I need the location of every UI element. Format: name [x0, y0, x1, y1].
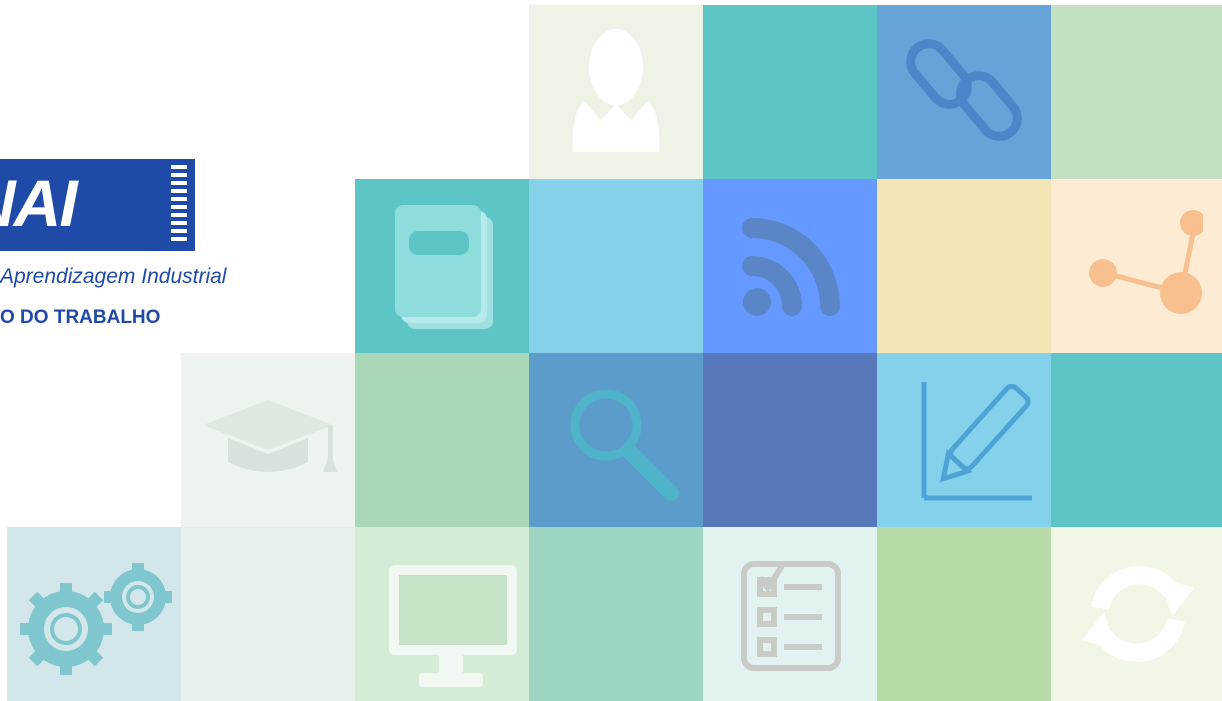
pale-tile — [181, 527, 355, 701]
logo-subtitle: O DO TRABALHO — [0, 307, 161, 328]
chain-link-icon — [906, 39, 1022, 141]
logo-stripes — [171, 165, 187, 245]
pencil-chart-icon — [921, 382, 1032, 501]
link-icon-tile — [877, 5, 1051, 179]
logo-wordmark-box: NAI — [0, 159, 195, 251]
lime-tile — [877, 527, 1051, 701]
teal-tile — [703, 5, 877, 179]
share-nodes-icon — [1089, 210, 1203, 314]
graduation-cap-icon — [203, 400, 337, 472]
magnifier-icon — [570, 389, 679, 501]
checklist-icon-tile — [703, 527, 877, 701]
computer-monitor-icon — [389, 565, 517, 687]
yellow-tile — [877, 179, 1051, 353]
logo-wordmark: NAI — [0, 166, 78, 240]
indigo-tile — [703, 353, 877, 527]
teal-tile-2 — [1051, 353, 1222, 527]
book-icon-tile — [355, 179, 529, 353]
sage-tile — [355, 353, 529, 527]
refresh-icon-tile — [1051, 527, 1222, 701]
pencil-chart-icon-tile — [877, 353, 1051, 527]
green-tile — [1051, 5, 1222, 179]
checklist-icon — [741, 561, 841, 671]
refresh-arrows-icon — [1082, 566, 1194, 662]
rss-feed-icon — [742, 218, 840, 316]
logo-tagline: Aprendizagem Industrial — [0, 265, 227, 288]
monitor-icon-tile — [355, 527, 529, 701]
search-icon-tile — [529, 353, 703, 527]
notebook-icon — [395, 205, 493, 329]
mint-tile — [529, 527, 703, 701]
rss-icon-tile — [703, 179, 877, 353]
sky-tile — [529, 179, 703, 353]
person-icon-tile — [529, 5, 703, 179]
gears-icon-tile — [7, 527, 181, 701]
share-icon-tile — [1051, 179, 1222, 353]
graduation-icon-tile — [181, 353, 355, 527]
person-icon — [572, 29, 660, 152]
gears-icon — [20, 563, 172, 675]
